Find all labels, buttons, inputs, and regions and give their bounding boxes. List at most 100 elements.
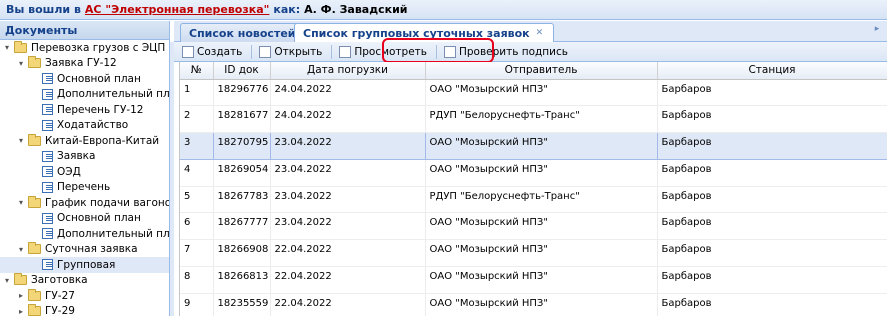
- view-icon: [339, 45, 352, 58]
- system-link[interactable]: АС "Электронная перевозка": [85, 3, 269, 16]
- document-icon: [42, 73, 53, 85]
- view-button[interactable]: Просмотреть: [335, 43, 431, 60]
- create-button-label: Создать: [197, 45, 243, 58]
- table-row[interactable]: 8 18266813 22.04.2022 ОАО "Мозырский НПЗ" Ба…: [180, 266, 887, 294]
- open-button-label: Открыть: [274, 45, 323, 58]
- tree-item[interactable]: ▾ Суточная заявка: [0, 242, 169, 258]
- table-row[interactable]: 4 18269054 23.04.2022 ОАО "Мозырский НПЗ" Ба…: [180, 159, 887, 187]
- cell-date: 23.04.2022: [270, 159, 426, 187]
- cell-number: 5: [180, 186, 214, 214]
- collapse-arrow-icon[interactable]: ▾: [16, 245, 26, 254]
- cell-sender: ОАО "Мозырский НПЗ": [425, 293, 658, 316]
- tree-item[interactable]: Ходатайство: [0, 118, 169, 134]
- tree-item[interactable]: Перечень ГУ-12: [0, 102, 169, 118]
- column-header-date[interactable]: Дата погрузки: [270, 62, 426, 80]
- cell-sender: ОАО "Мозырский НПЗ": [425, 239, 658, 268]
- collapse-arrow-icon[interactable]: ▾: [2, 276, 12, 285]
- cell-station: Барбаров: [657, 105, 887, 134]
- tree-item[interactable]: Основной план: [0, 71, 169, 87]
- folder-icon: [28, 56, 41, 69]
- app-header: Вы вошли в АС "Электронная перевозка" ка…: [0, 0, 887, 20]
- table-row[interactable]: 3 18270795 23.04.2022 ОАО "Мозырский НПЗ" Ба…: [180, 132, 887, 160]
- table-row[interactable]: 6 18267777 23.04.2022 ОАО "Мозырский НПЗ" Ба…: [180, 212, 887, 241]
- cell-number: 1: [180, 79, 214, 107]
- table-row[interactable]: 2 18281677 24.04.2022 РДУП "Белоруснефть-Тр…: [180, 105, 887, 134]
- table-row[interactable]: 1 18296776 24.04.2022 ОАО "Мозырский НПЗ" Ба…: [180, 79, 887, 107]
- cell-station: Барбаров: [657, 79, 887, 107]
- tab-group-requests-label: Список групповых суточных заявок: [303, 27, 530, 40]
- tree-item-label: ГУ-29: [45, 305, 75, 316]
- verify-signature-button[interactable]: Проверить подпись: [440, 43, 572, 60]
- tab-scroll-right-icon[interactable]: ▸: [871, 24, 883, 38]
- grid-header-row: № ID док Дата погрузки Отправитель Станц…: [180, 62, 887, 80]
- document-icon: [42, 104, 53, 116]
- tree-item[interactable]: Дополнительный план: [0, 87, 169, 103]
- tab-news-list-label: Список новостей: [189, 26, 296, 40]
- tree-item[interactable]: ▾ Заготовка: [0, 273, 169, 289]
- document-icon: [42, 259, 53, 271]
- tree-item-label: ГУ-27: [45, 289, 75, 302]
- tree-item-label: Перечень: [57, 181, 111, 194]
- cell-station: Барбаров: [657, 132, 887, 160]
- create-icon: [182, 45, 194, 58]
- cell-date: 22.04.2022: [270, 293, 426, 316]
- table-row[interactable]: 7 18266908 22.04.2022 ОАО "Мозырский НПЗ" Ба…: [180, 239, 887, 268]
- tree-item[interactable]: Дополнительный план: [0, 226, 169, 242]
- tab-group-requests[interactable]: Список групповых суточных заявок ✕: [294, 23, 554, 43]
- tree-item[interactable]: Основной план: [0, 211, 169, 227]
- column-header-number[interactable]: №: [180, 62, 214, 80]
- open-button[interactable]: Открыть: [255, 43, 326, 60]
- cell-number: 7: [180, 239, 214, 268]
- toolbar-separator: [251, 44, 253, 59]
- cell-station: Барбаров: [657, 212, 887, 241]
- tree-item-label: Перевозка грузов с ЭЦП: [31, 41, 166, 54]
- table-row[interactable]: 9 18235559 22.04.2022 ОАО "Мозырский НПЗ" Ба…: [180, 293, 887, 316]
- tree-item[interactable]: ▾ Китай-Европа-Китай: [0, 133, 169, 149]
- user-name: А. Ф. Завадский: [304, 3, 408, 16]
- cell-sender: ОАО "Мозырский НПЗ": [425, 159, 658, 187]
- cell-number: 9: [180, 293, 214, 316]
- tree-item[interactable]: Заявка: [0, 149, 169, 165]
- tree-item[interactable]: ▾ Заявка ГУ-12: [0, 56, 169, 72]
- toolbar: Создать Открыть Просмотреть Проверить по…: [174, 42, 887, 62]
- collapse-arrow-icon[interactable]: ▾: [16, 136, 26, 145]
- cell-date: 22.04.2022: [270, 266, 426, 294]
- cell-date: 24.04.2022: [270, 79, 426, 107]
- tree-item[interactable]: ▾ Перевозка грузов с ЭЦП: [0, 40, 169, 56]
- toolbar-separator: [331, 44, 333, 59]
- table-row[interactable]: 5 18267783 23.04.2022 РДУП "Белоруснефть-Тр…: [180, 186, 887, 214]
- cell-date: 24.04.2022: [270, 105, 426, 134]
- document-icon: [42, 212, 53, 224]
- cell-number: 3: [180, 132, 214, 160]
- collapse-arrow-icon[interactable]: ▾: [16, 59, 26, 68]
- tree-item-label: Дополнительный план: [57, 88, 170, 101]
- tree-item-label: Заявка: [57, 150, 96, 163]
- column-header-id[interactable]: ID док: [213, 62, 271, 80]
- tree-item[interactable]: Групповая: [0, 257, 169, 273]
- verify-signature-button-label: Проверить подпись: [458, 45, 568, 58]
- column-header-station[interactable]: Станция: [657, 62, 887, 80]
- cell-sender: ОАО "Мозырский НПЗ": [425, 212, 658, 241]
- expand-arrow-icon[interactable]: ▸: [16, 307, 26, 316]
- cell-date: 23.04.2022: [270, 186, 426, 214]
- create-button[interactable]: Создать: [178, 43, 246, 60]
- column-header-sender[interactable]: Отправитель: [425, 62, 658, 80]
- folder-icon: [14, 273, 27, 286]
- tree-item[interactable]: ▾ График подачи вагонов ГУ-11: [0, 195, 169, 211]
- cell-id: 18266908: [213, 239, 271, 268]
- tree-item[interactable]: ▸ ГУ-29: [0, 304, 169, 316]
- expand-arrow-icon[interactable]: ▸: [16, 291, 26, 300]
- collapse-arrow-icon[interactable]: ▾: [2, 43, 12, 52]
- close-icon[interactable]: ✕: [536, 29, 545, 38]
- tree-item-label: Ходатайство: [57, 119, 129, 132]
- collapse-arrow-icon[interactable]: ▾: [16, 198, 26, 207]
- document-icon: [42, 228, 53, 240]
- tree-item[interactable]: ОЭД: [0, 164, 169, 180]
- documents-panel: Документы ▾ Перевозка грузов с ЭЦП ▾ Заявка…: [0, 21, 170, 316]
- tree-item[interactable]: Перечень: [0, 180, 169, 196]
- view-button-label: Просмотреть: [354, 45, 427, 58]
- tab-news-list[interactable]: Список новостей: [180, 23, 305, 42]
- folder-icon: [14, 40, 27, 53]
- document-icon: [42, 119, 53, 131]
- tree-item[interactable]: ▸ ГУ-27: [0, 288, 169, 304]
